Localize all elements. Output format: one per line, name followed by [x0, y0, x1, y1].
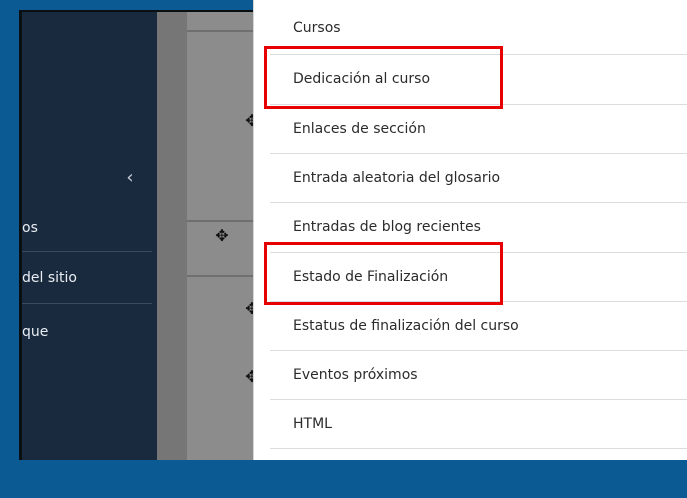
menu-item-label: Estatus de finalización del curso — [293, 318, 519, 334]
sidebar-item-2[interactable]: del sitio — [22, 253, 152, 303]
menu-item-label: Cursos — [293, 20, 341, 36]
sidebar: ‹ os del sitio que — [22, 12, 157, 460]
move-icon[interactable]: ✥ — [213, 227, 231, 245]
content-divider — [187, 30, 253, 32]
sidebar-divider — [22, 251, 152, 252]
menu-item-dedicacion[interactable]: Dedicación al curso — [270, 54, 687, 104]
menu-item-html[interactable]: HTML — [270, 399, 687, 449]
outer-border-left — [0, 0, 19, 460]
sidebar-divider — [22, 303, 152, 304]
menu-item-label: Dedicación al curso — [293, 71, 431, 87]
menu-item-label: Entradas de blog recientes — [293, 219, 481, 235]
chevron-left-icon[interactable]: ‹ — [118, 166, 142, 190]
menu-item-label: Enlaces de sección — [293, 121, 426, 137]
menu-item-label: HTML — [293, 416, 332, 432]
content-gutter — [157, 12, 187, 460]
sidebar-item-label: os — [22, 220, 38, 236]
add-block-menu: Cursos Dedicación al curso Enlaces de se… — [253, 0, 687, 460]
menu-item-eventos[interactable]: Eventos próximos — [270, 350, 687, 400]
content-divider — [187, 220, 253, 222]
menu-item-estado-finalizacion[interactable]: Estado de Finalización — [270, 252, 687, 302]
menu-item-cursos[interactable]: Cursos — [270, 4, 687, 53]
sidebar-item-label: del sitio — [22, 270, 77, 286]
content-divider — [187, 275, 253, 277]
menu-item-estatus-curso[interactable]: Estatus de finalización del curso — [270, 301, 687, 351]
menu-item-entrada-glosario[interactable]: Entrada aleatoria del glosario — [270, 153, 687, 203]
menu-item-next[interactable] — [270, 448, 687, 498]
sidebar-item-label: que — [22, 324, 49, 340]
screenshot-frame: ‹ os del sitio que ✥ ✥ ✥ ✥ Cursos Dedica… — [0, 0, 687, 460]
menu-item-entradas-blog[interactable]: Entradas de blog recientes — [270, 202, 687, 252]
menu-item-label: Estado de Finalización — [293, 269, 449, 285]
menu-item-enlaces[interactable]: Enlaces de sección — [270, 104, 687, 154]
menu-item-label: Eventos próximos — [293, 367, 418, 383]
sidebar-item-3[interactable]: que — [22, 307, 152, 357]
sidebar-item-1[interactable]: os — [22, 203, 152, 253]
menu-item-label: Entrada aleatoria del glosario — [293, 170, 501, 186]
